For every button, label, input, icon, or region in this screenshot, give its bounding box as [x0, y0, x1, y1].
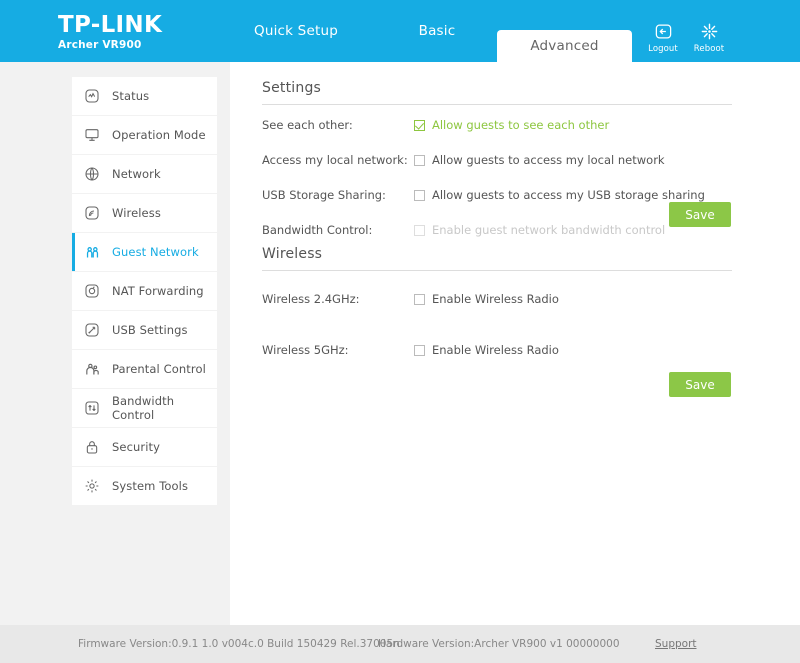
wireless-24ghz-checkbox[interactable] — [414, 293, 425, 305]
sidebar-label: Operation Mode — [112, 128, 206, 142]
brand-model: Archer VR900 — [58, 39, 142, 51]
row-field: Enable guest network bandwidth control — [414, 222, 665, 238]
save-wireless-button[interactable]: Save — [669, 372, 731, 397]
reboot-icon — [686, 22, 732, 43]
sidebar-item-guest-network[interactable]: Guest Network — [72, 233, 217, 271]
reboot-label: Reboot — [693, 44, 725, 54]
bandwidth-control-label: Enable guest network bandwidth control — [432, 223, 666, 237]
row-label: Access my local network: — [262, 153, 408, 167]
access-local-network-label[interactable]: Allow guests to access my local network — [432, 152, 665, 168]
row-wireless-24ghz: Wireless 2.4GHz: Enable Wireless Radio — [262, 291, 732, 322]
logout-button[interactable]: Logout — [640, 22, 686, 54]
sidebar-item-status[interactable]: Status — [72, 77, 217, 115]
sidebar-item-wireless[interactable]: Wireless — [72, 194, 217, 232]
header-actions: Logout Reboot — [640, 22, 760, 58]
row-label: See each other: — [262, 118, 353, 132]
bandwidth-control-checkbox — [414, 224, 425, 236]
tab-quick-setup[interactable]: Quick Setup — [230, 0, 362, 62]
row-wireless-5ghz: Wireless 5GHz: Enable Wireless Radio — [262, 342, 732, 373]
sidebar-item-parental-control[interactable]: Parental Control — [72, 350, 217, 388]
usb-icon — [72, 322, 112, 338]
wireless-title: Wireless — [262, 246, 732, 271]
firmware-version: Firmware Version:0.9.1 1.0 v004c.0 Build… — [78, 638, 400, 650]
access-local-network-checkbox[interactable] — [414, 154, 425, 166]
wireless-icon — [72, 205, 112, 221]
wireless-5ghz-label[interactable]: Enable Wireless Radio — [432, 342, 559, 358]
sidebar-item-operation-mode[interactable]: Operation Mode — [72, 116, 217, 154]
sidebar-label: Network — [112, 167, 161, 181]
support-link[interactable]: Support — [655, 638, 697, 650]
sidebar-label: Parental Control — [112, 362, 206, 376]
tab-advanced[interactable]: Advanced — [497, 30, 632, 62]
logout-label: Logout — [648, 44, 678, 54]
sidebar-label: NAT Forwarding — [112, 284, 204, 298]
sidebar-label: USB Settings — [112, 323, 188, 337]
settings-section: Settings See each other: Allow guests to… — [262, 80, 732, 245]
sidebar-item-usb-settings[interactable]: USB Settings — [72, 311, 217, 349]
row-bandwidth-control: Bandwidth Control: Enable guest network … — [262, 222, 732, 245]
row-field: Enable Wireless Radio — [414, 342, 559, 358]
usb-storage-sharing-checkbox[interactable] — [414, 189, 425, 201]
hardware-version: Hardware Version:Archer VR900 v1 0000000… — [378, 638, 620, 650]
row-label: Bandwidth Control: — [262, 223, 373, 237]
nat-forwarding-icon — [72, 283, 112, 299]
row-label: Wireless 5GHz: — [262, 343, 349, 357]
page-footer: Firmware Version:0.9.1 1.0 v004c.0 Build… — [0, 625, 800, 663]
wireless-5ghz-checkbox[interactable] — [414, 344, 425, 356]
sidebar-item-network[interactable]: Network — [72, 155, 217, 193]
page-body: Status Operation Mode Network Wireless G… — [0, 62, 800, 625]
wireless-24ghz-label[interactable]: Enable Wireless Radio — [432, 291, 559, 307]
row-access-local-network: Access my local network: Allow guests to… — [262, 152, 732, 175]
row-see-each-other: See each other: Allow guests to see each… — [262, 117, 732, 140]
row-field: Allow guests to access my local network — [414, 152, 665, 168]
lock-icon — [72, 439, 112, 455]
parental-control-icon — [72, 361, 112, 378]
usb-storage-sharing-label[interactable]: Allow guests to access my USB storage sh… — [432, 187, 705, 203]
sidebar-label: Security — [112, 440, 161, 454]
row-field: Enable Wireless Radio — [414, 291, 559, 307]
gear-icon — [72, 478, 112, 494]
tab-basic[interactable]: Basic — [382, 0, 492, 62]
brand-name: TP-LINK — [58, 12, 163, 38]
guest-network-icon — [72, 244, 112, 261]
bandwidth-control-icon — [72, 400, 112, 416]
see-each-other-checkbox[interactable] — [414, 119, 425, 131]
row-usb-storage-sharing: USB Storage Sharing: Allow guests to acc… — [262, 187, 732, 210]
sidebar-label: Wireless — [112, 206, 161, 220]
row-field: Allow guests to access my USB storage sh… — [414, 187, 705, 203]
brand-logo: TP-LINK Archer VR900 — [58, 12, 238, 52]
sidebar-menu: Status Operation Mode Network Wireless G… — [72, 77, 217, 506]
logout-icon — [640, 22, 686, 43]
globe-icon — [72, 166, 112, 182]
sidebar-item-security[interactable]: Security — [72, 428, 217, 466]
sidebar-item-bandwidth-control[interactable]: Bandwidth Control — [72, 389, 217, 427]
wireless-section: Wireless Wireless 2.4GHz: Enable Wireles… — [262, 246, 732, 397]
sidebar-item-system-tools[interactable]: System Tools — [72, 467, 217, 505]
row-label: USB Storage Sharing: — [262, 188, 386, 202]
settings-title: Settings — [262, 80, 732, 105]
see-each-other-label[interactable]: Allow guests to see each other — [432, 117, 609, 133]
status-icon — [72, 88, 112, 104]
row-field: Allow guests to see each other — [414, 117, 609, 133]
sidebar-label: System Tools — [112, 479, 189, 493]
sidebar-label: Guest Network — [112, 245, 199, 259]
reboot-button[interactable]: Reboot — [686, 22, 732, 54]
monitor-icon — [72, 127, 112, 143]
sidebar-item-nat-forwarding[interactable]: NAT Forwarding — [72, 272, 217, 310]
sidebar-label: Bandwidth Control — [112, 394, 175, 422]
app-header: TP-LINK Archer VR900 Quick Setup Basic A… — [0, 0, 800, 62]
row-label: Wireless 2.4GHz: — [262, 292, 360, 306]
save-settings-button[interactable]: Save — [669, 202, 731, 227]
content-area: Settings See each other: Allow guests to… — [230, 62, 800, 625]
sidebar-label: Status — [112, 89, 150, 103]
